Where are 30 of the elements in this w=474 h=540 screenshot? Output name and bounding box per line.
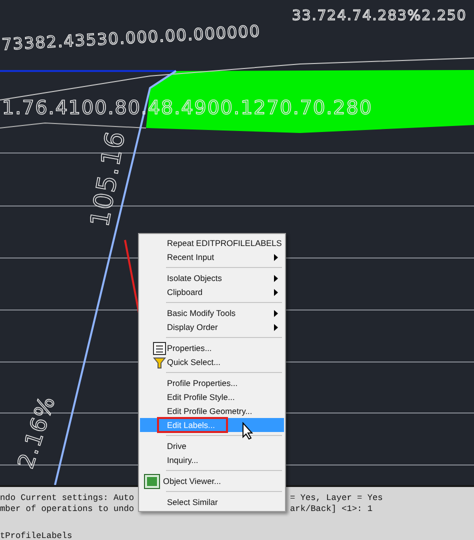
menu-item[interactable]: Display Order bbox=[140, 320, 284, 334]
command-text: = Yes, Layer = Yes bbox=[290, 493, 384, 504]
menu-item[interactable]: Profile Properties... bbox=[140, 376, 284, 390]
highlight-frame bbox=[157, 417, 228, 433]
viewer-icon bbox=[144, 474, 160, 488]
command-text: ndo Current settings: Auto bbox=[0, 493, 134, 504]
menu-item[interactable]: Basic Modify Tools bbox=[140, 306, 284, 320]
drawing-label: 73382.43530.000.00.000000 bbox=[1, 21, 261, 54]
menu-item[interactable]: Inquiry... bbox=[140, 453, 284, 467]
cursor-icon bbox=[242, 422, 254, 440]
command-prompt: tProfileLabels bbox=[0, 531, 74, 540]
command-text: mber of operations to undo bbox=[0, 504, 134, 515]
menu-item[interactable]: Isolate Objects bbox=[140, 271, 284, 285]
menu-item[interactable]: Drive bbox=[140, 439, 284, 453]
drawing-label: 33.724.74.283%2.250 bbox=[292, 8, 467, 24]
submenu-arrow-icon bbox=[274, 254, 278, 260]
menu-item[interactable]: Repeat EDITPROFILELABELS bbox=[140, 236, 284, 250]
drawing-label: 105.16 bbox=[85, 128, 132, 230]
properties-icon bbox=[153, 342, 166, 354]
menu-item[interactable]: Select Similar bbox=[140, 495, 284, 509]
menu-item[interactable]: Edit Profile Geometry... bbox=[140, 404, 284, 418]
menu-item[interactable]: Properties... bbox=[140, 341, 284, 355]
command-text: ark/Back] <1>: 1 bbox=[290, 504, 374, 515]
menu-item[interactable]: Clipboard bbox=[140, 285, 284, 299]
menu-item[interactable]: Edit Profile Style... bbox=[140, 390, 284, 404]
menu-item[interactable]: Object Viewer... bbox=[140, 474, 284, 488]
menu-item[interactable]: Quick Select... bbox=[140, 355, 284, 369]
drawing-label: 2.16% bbox=[14, 392, 61, 472]
quick-select-icon bbox=[153, 356, 166, 368]
menu-item[interactable]: Recent Input bbox=[140, 250, 284, 264]
